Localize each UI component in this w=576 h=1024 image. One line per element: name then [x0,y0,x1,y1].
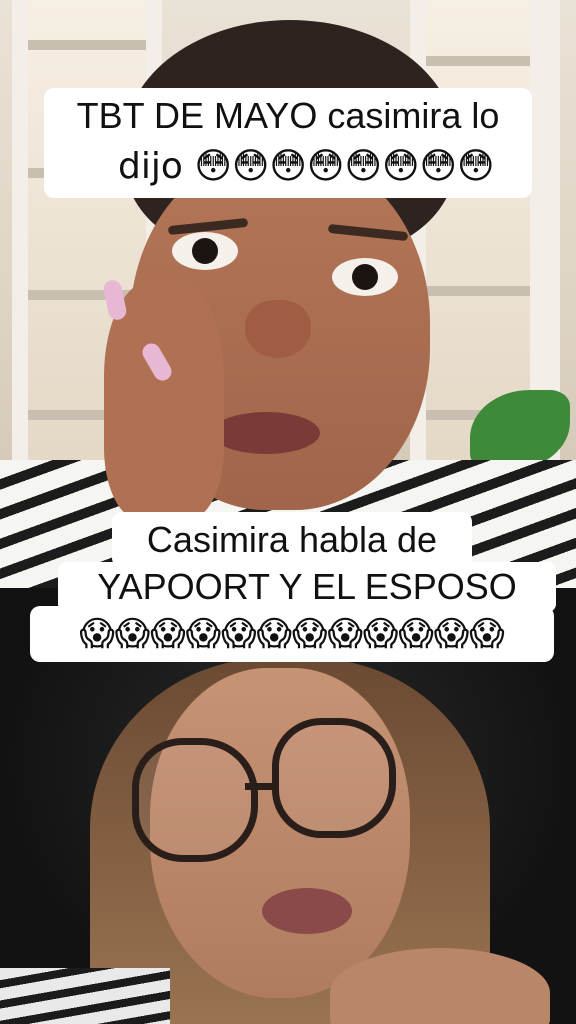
caption-middle-line2: YAPOORT Y EL ESPOSO [58,562,556,612]
shelf-board [426,56,530,66]
iris [352,264,378,290]
glasses-bridge [245,783,275,790]
shelf-board [426,286,530,296]
caption-top: TBT DE MAYO casimira lo dijo 😳😳😳😳😳😳😳😳 [44,88,532,198]
mouth [262,888,352,934]
eye-right [332,258,398,296]
nose [245,300,311,358]
iris [192,238,218,264]
eye-left [172,232,238,270]
glasses-lens-left [132,738,258,862]
caption-middle-line1: Casimira habla de [112,512,472,568]
lips [212,412,320,454]
caption-top-line2: dijo 😳😳😳😳😳😳😳😳 [72,144,532,192]
caption-top-line1: TBT DE MAYO casimira lo [76,95,500,136]
caption-middle-line3: 😱😱😱😱😱😱😱😱😱😱😱😱 [30,606,554,662]
glasses-lens-right [272,718,396,838]
striped-shirt [0,968,170,1024]
shelf-board [28,40,146,50]
